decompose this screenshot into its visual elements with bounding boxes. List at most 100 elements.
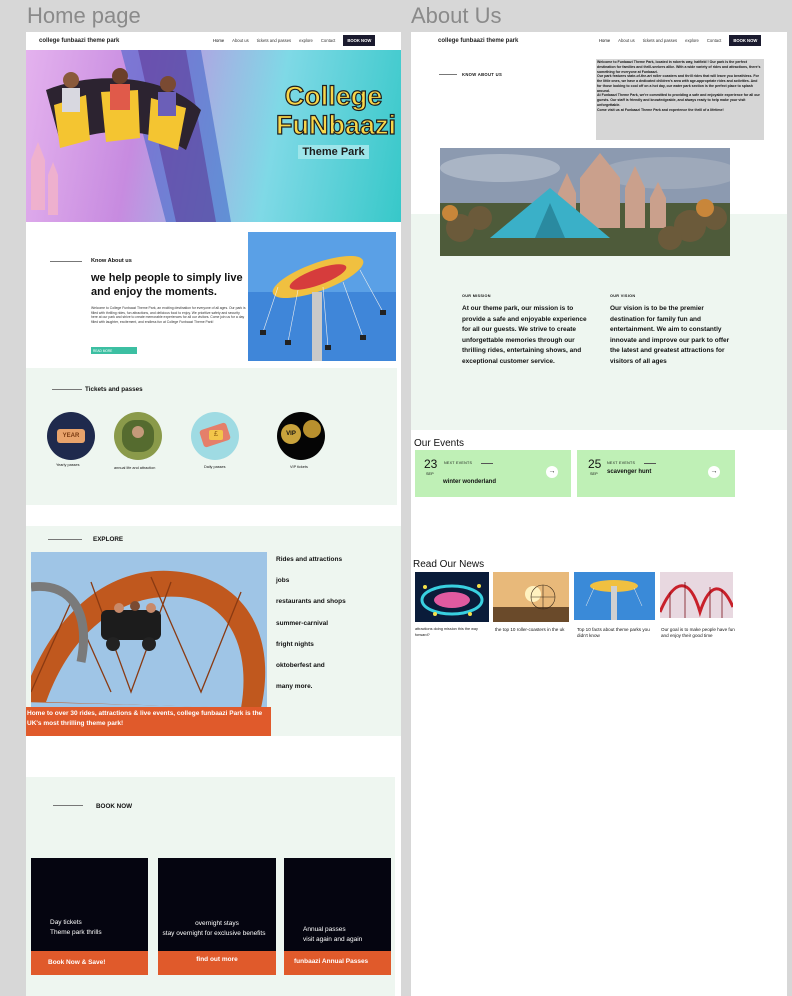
news-item-4-title[interactable]: Our goal is to make people have fun and … (661, 627, 737, 639)
tickets-title: Tickets and passes (85, 386, 143, 393)
book-card-day[interactable]: Day tickets Theme park thrills (31, 858, 148, 951)
about-swing-ride-image (248, 232, 396, 361)
ticket-vip-image[interactable]: VIP (277, 412, 325, 460)
book-card-day-line2: Theme park thrills (50, 929, 102, 936)
event-scavenger-day: 25 (588, 457, 602, 471)
about-kicker-line (439, 74, 457, 75)
event-scavenger-arrow-icon[interactable]: → (708, 466, 720, 478)
about-nav-link-explore[interactable]: explore (685, 38, 699, 43)
book-title: BOOK NOW (96, 803, 133, 810)
event-card-winter[interactable]: 23 SEP NEXT EVENTS winter wonderland → (415, 450, 571, 497)
about-nav-link-contact[interactable]: Contact (707, 38, 721, 43)
about-heading: we help people to simply live and enjoy … (91, 272, 243, 298)
mission-text: At our theme park, our mission is to pro… (462, 305, 587, 365)
about-nav-link-about[interactable]: About us (618, 38, 635, 43)
book-card-day-button[interactable]: Book Now & Save! (31, 951, 148, 975)
explore-banner: Home to over 30 rides, attractions & liv… (26, 707, 271, 736)
ticket-daily-image[interactable]: £ (191, 412, 239, 460)
event-scavenger-tag: NEXT EVENTS (607, 461, 636, 465)
explore-title: EXPLORE (93, 536, 124, 543)
about-nav-book-now-button[interactable]: BOOK NOW (729, 34, 762, 46)
news-image-4[interactable] (660, 572, 733, 618)
about-frame-label: About Us (411, 3, 502, 28)
explore-section: EXPLORE Rides and attractions jobs resta… (26, 526, 401, 736)
book-card-overnight[interactable]: overnight stays stay overnight for exclu… (158, 858, 276, 951)
event-scavenger-name: scavenger hunt (607, 469, 652, 475)
event-winter-day: 23 (424, 457, 438, 471)
nav-link-contact[interactable]: Contact (321, 38, 335, 43)
hero-banner: College FuNbaazi Theme Park (26, 50, 401, 222)
explore-item-summer-carnival[interactable]: summer-carnival (276, 620, 346, 627)
nav-brand[interactable]: college funbaazi theme park (39, 38, 119, 44)
hero-logo-line1: College (284, 81, 383, 111)
nav-link-about[interactable]: About us (232, 38, 249, 43)
nav-link-home[interactable]: Home (213, 38, 224, 43)
home-page-frame: college funbaazi theme park Home About u… (26, 32, 401, 996)
news-image-3[interactable] (574, 572, 655, 620)
about-nav-brand[interactable]: college funbaazi theme park (438, 38, 518, 44)
explore-item-many-more[interactable]: many more. (276, 683, 346, 690)
about-page-kicker: KNOW ABOUT US (462, 72, 503, 77)
news-image-1[interactable] (415, 572, 489, 622)
about-kicker-line (50, 261, 82, 262)
book-card-annual-button[interactable]: funbaazi Annual Passes (284, 951, 391, 975)
explore-item-rides[interactable]: Rides and attractions (276, 556, 346, 563)
mission-label: OUR MISSION (462, 294, 491, 298)
ticket-annual-label[interactable]: annual life and attraction (114, 466, 155, 470)
explore-line (48, 539, 82, 540)
explore-item-jobs[interactable]: jobs (276, 577, 346, 584)
event-winter-month: SEP (426, 472, 434, 476)
explore-item-oktoberfest[interactable]: oktoberfest and (276, 662, 346, 669)
news-image-2[interactable] (493, 572, 569, 622)
news-item-3-title[interactable]: Top 10 facts about theme parks you didn'… (577, 627, 657, 639)
tickets-line (52, 389, 82, 390)
home-frame-label: Home page (27, 3, 141, 28)
event-winter-tag-line (481, 462, 493, 464)
about-nav-link-tickets[interactable]: tickets and passes (643, 38, 677, 43)
hero-logo-line3: Theme Park (298, 145, 369, 159)
book-card-overnight-button[interactable]: find out more (158, 951, 276, 975)
about-body: Welcome to College Funbaazi Theme Park, … (91, 306, 246, 324)
book-card-overnight-line2: stay overnight for exclusive benefits (162, 930, 266, 937)
ticket-annual-image[interactable] (114, 412, 162, 460)
ticket-vip-badge: VIP (281, 424, 301, 444)
ticket-daily-label[interactable]: Daily passes (204, 465, 226, 469)
event-scavenger-tag-line (644, 462, 656, 464)
navbar: college funbaazi theme park Home About u… (26, 32, 401, 50)
news-title: Read Our News (413, 559, 485, 570)
vision-label: OUR VISION (610, 294, 636, 298)
book-card-overnight-line1: overnight stays (195, 920, 239, 927)
about-section: Know About us we help people to simply l… (26, 222, 401, 368)
about-nav-links: Home About us tickets and passes explore… (599, 34, 762, 46)
book-card-annual[interactable]: Annual passes visit again and again (284, 858, 391, 951)
nav-book-now-button[interactable]: BOOK NOW (343, 34, 376, 46)
ticket-yearly-badge: YEAR (57, 429, 85, 443)
nav-link-tickets[interactable]: tickets and passes (257, 38, 291, 43)
about-read-more-button[interactable]: READ MORE (91, 347, 137, 354)
event-card-scavenger[interactable]: 25 SEP NEXT EVENTS scavenger hunt → (577, 450, 735, 497)
explore-item-restaurants[interactable]: restaurants and shops (276, 598, 346, 605)
ticket-yearly-label[interactable]: Yearly passes (56, 463, 80, 467)
event-winter-arrow-icon[interactable]: → (546, 466, 558, 478)
nav-link-explore[interactable]: explore (299, 38, 313, 43)
book-line (53, 805, 83, 806)
about-nav-link-home[interactable]: Home (599, 38, 610, 43)
hero-logo-line2: FuNbaazi (275, 110, 397, 140)
ticket-daily-badge: £ (209, 430, 223, 440)
explore-item-fright-nights[interactable]: fright nights (276, 641, 346, 648)
book-card-annual-line1: Annual passes (303, 926, 346, 933)
ticket-vip-label[interactable]: VIP tickets (290, 465, 308, 469)
hero-logo: College FuNbaazi Theme Park (275, 81, 397, 160)
about-welcome-box: Welcome to Funbaazi Theme Park, located … (596, 59, 764, 140)
ticket-yearly-image[interactable]: YEAR (47, 412, 95, 460)
explore-list: Rides and attractions jobs restaurants a… (276, 556, 346, 690)
events-title: Our Events (414, 438, 465, 449)
tickets-section: Tickets and passes YEAR Yearly passes an… (26, 368, 397, 505)
book-section: BOOK NOW Day tickets Theme park thrills … (26, 777, 395, 996)
about-welcome-text: Welcome to Funbaazi Theme Park, located … (597, 60, 761, 112)
news-item-2-title[interactable]: the top 10 roller-coasters in the uk (495, 627, 575, 633)
book-card-day-line1: Day tickets (50, 919, 82, 926)
about-kicker: Know About us (91, 258, 132, 264)
book-card-annual-line2: visit again and again (303, 936, 363, 943)
news-item-1-title[interactable]: attractions doing mission this the way f… (415, 627, 491, 638)
